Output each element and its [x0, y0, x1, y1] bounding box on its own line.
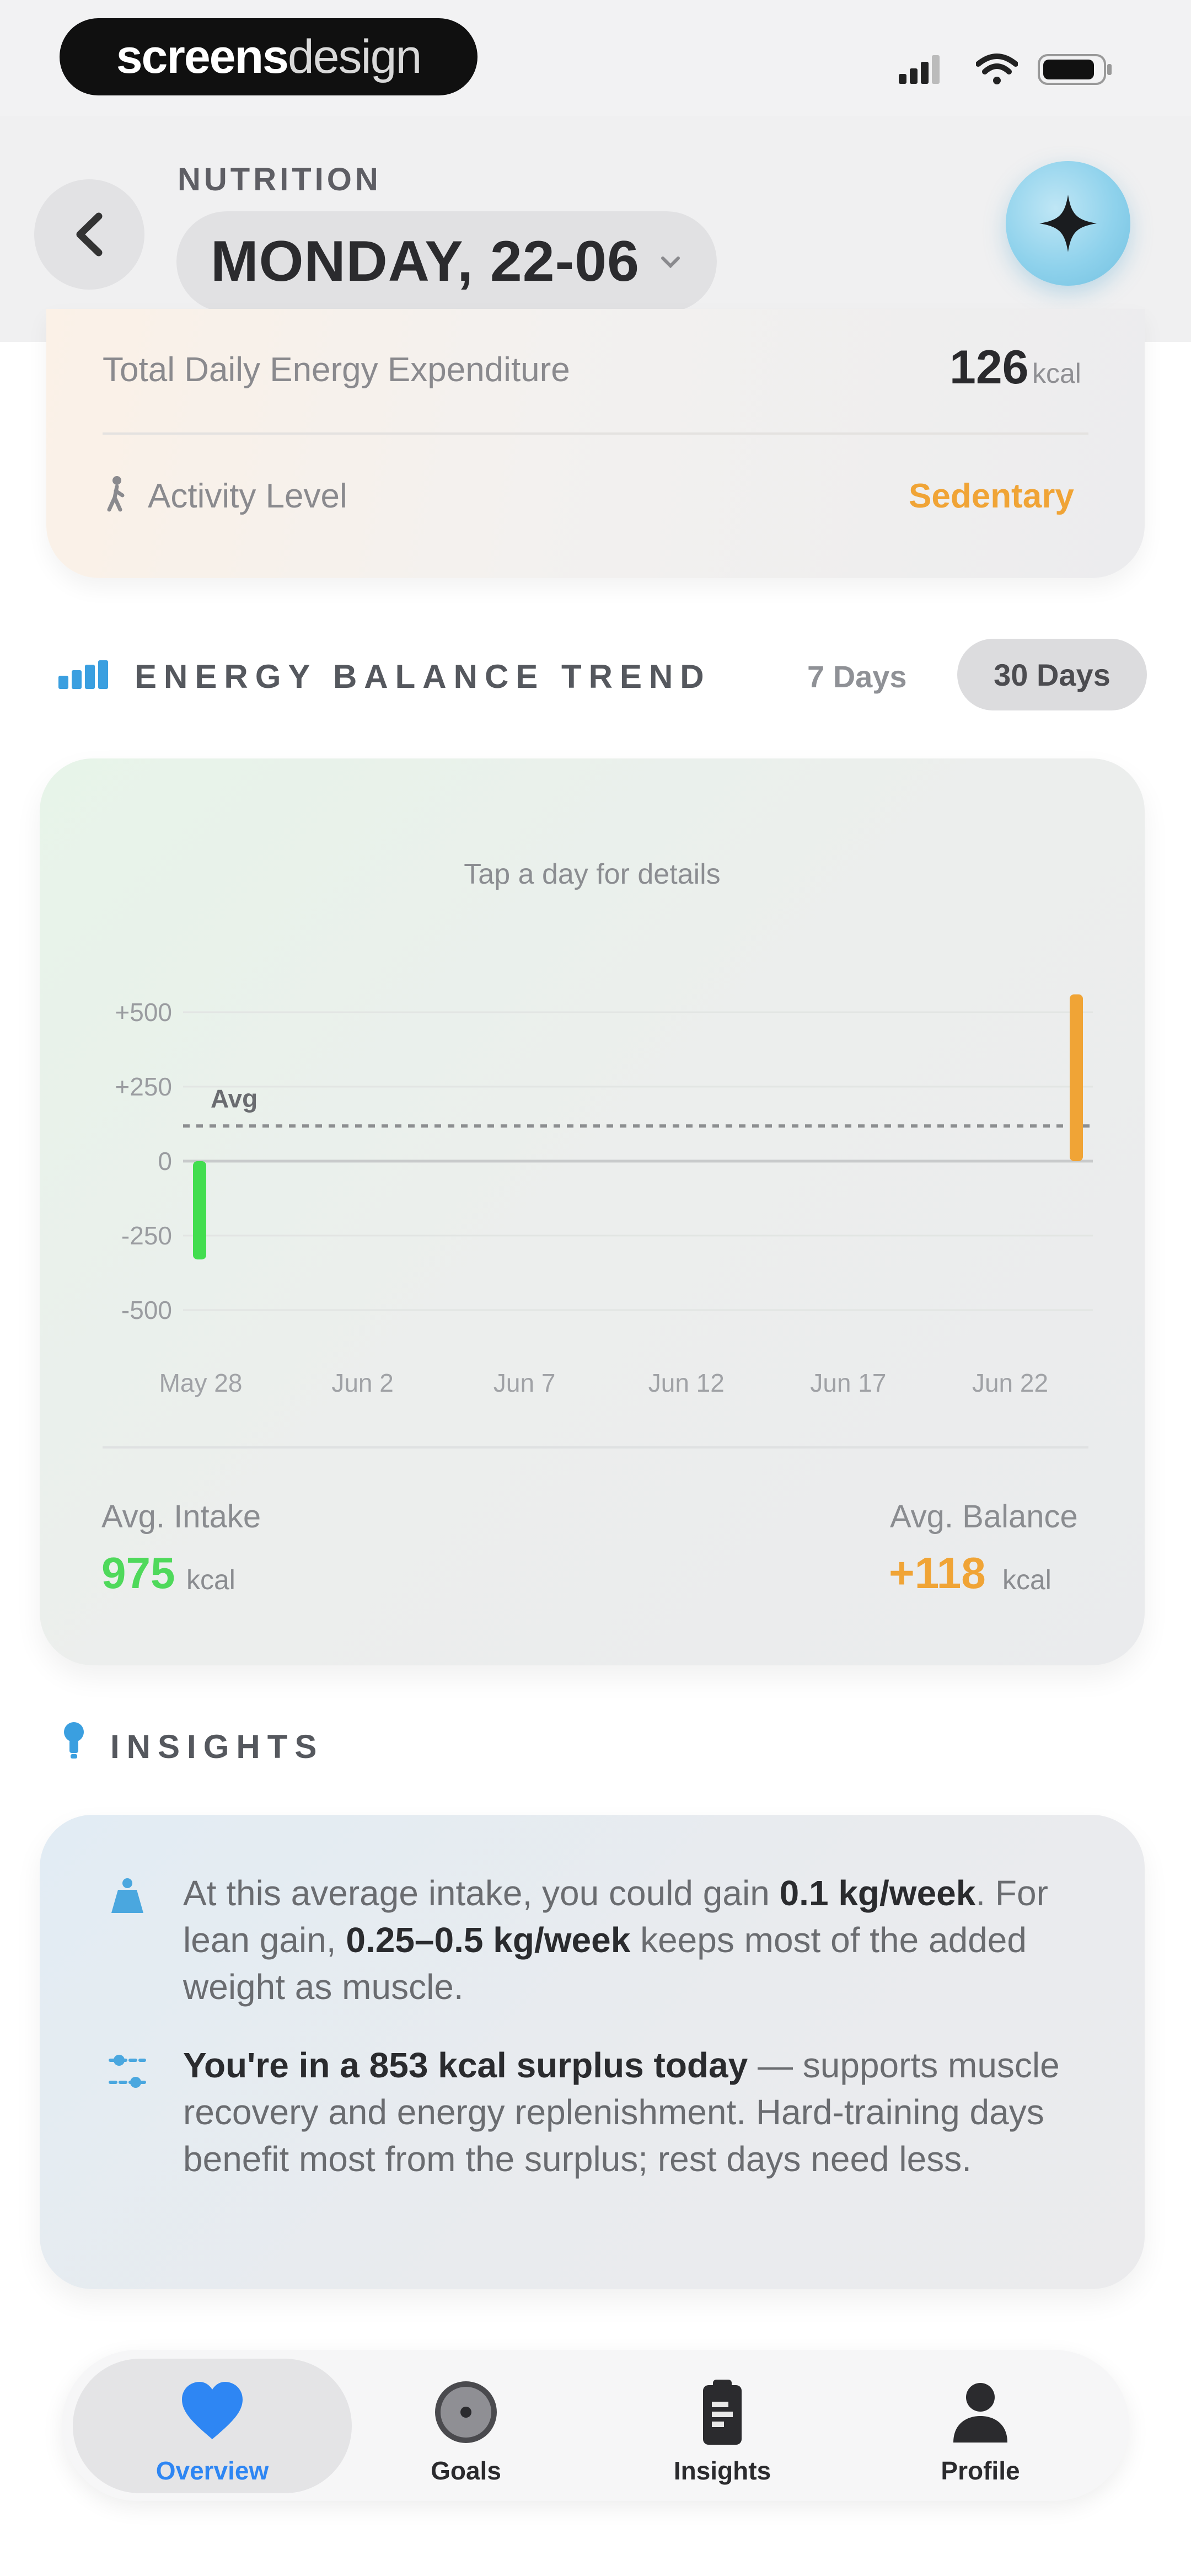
tdee-unit: kcal [1032, 358, 1081, 389]
activity-level-value[interactable]: Sedentary [909, 477, 1074, 516]
chart-bar [1070, 994, 1083, 1161]
chart-y-tick-label: +500 [115, 998, 172, 1027]
avg-intake-unit: kcal [186, 1564, 235, 1595]
insight-text-segment: At this average intake, you could gain [183, 1873, 780, 1913]
date-selector[interactable]: MONDAY, 22-06 [176, 211, 717, 312]
tab-profile-label: Profile [941, 2456, 1020, 2485]
tab-overview-label: Overview [155, 2456, 269, 2485]
tab-goals[interactable]: Goals [383, 2377, 549, 2486]
tdee-value: 126 [949, 341, 1029, 394]
add-entry-button[interactable] [1006, 161, 1130, 286]
chart-x-tick-label: Jun 22 [972, 1369, 1048, 1397]
cellular-signal-icon [899, 55, 940, 84]
watermark-logo: screens design [60, 18, 478, 95]
insight-surplus: You're in a 853 kcal surplus today — sup… [183, 2042, 1087, 2183]
chart-y-tick-label: 0 [158, 1147, 172, 1175]
chart-x-tick-label: May 28 [159, 1369, 243, 1397]
chart-bar [193, 1161, 206, 1260]
chart-average-label: Avg [211, 1084, 257, 1113]
watermark-bold-text: screens [116, 30, 289, 83]
divider [103, 1446, 1088, 1449]
tab-profile[interactable]: Profile [898, 2377, 1063, 2486]
divider [103, 432, 1088, 435]
sparkle-icon [1039, 195, 1097, 252]
battery-icon [1038, 54, 1112, 85]
trend-section-title: ENERGY BALANCE TREND [135, 658, 711, 695]
avg-balance-value: +118 [889, 1548, 986, 1597]
sliders-icon [109, 2055, 146, 2088]
chart-y-tick-label: -500 [121, 1296, 172, 1324]
tab-goals-label: Goals [431, 2456, 501, 2485]
clipboard-icon [703, 2380, 742, 2445]
chart-x-tick-label: Jun 17 [810, 1369, 886, 1397]
insights-section-title: INSIGHTS [110, 1728, 324, 1765]
avg-balance-label: Avg. Balance [890, 1499, 1078, 1535]
section-label: NUTRITION [178, 162, 382, 197]
chevron-down-icon [661, 256, 680, 268]
heart-icon [182, 2382, 243, 2439]
range-tab-7-days[interactable]: 7 Days [807, 659, 907, 694]
chart-y-tick-label: -250 [121, 1221, 172, 1250]
date-text: MONDAY, 22-06 [211, 229, 640, 293]
lightbulb-icon [64, 1722, 84, 1759]
tab-overview[interactable]: Overview [130, 2377, 295, 2486]
avg-intake-value: 975 [101, 1548, 175, 1597]
insight-text-segment: 0.25–0.5 kg/week [346, 1920, 631, 1960]
chart-x-tick-label: Jun 2 [331, 1369, 394, 1397]
range-tab-30-days[interactable]: 30 Days [957, 639, 1147, 710]
activity-level-label: Activity Level [148, 477, 347, 515]
insight-text-segment: 0.1 kg/week [779, 1873, 976, 1913]
chart-x-tick-label: Jun 7 [493, 1369, 556, 1397]
chart-y-tick-label: +250 [115, 1072, 172, 1101]
avg-intake-label: Avg. Intake [101, 1499, 261, 1535]
insight-text-segment: You're in a 853 kcal surplus today [183, 2045, 748, 2085]
scale-icon [111, 1878, 143, 1913]
bar-chart-icon [58, 660, 108, 689]
tab-insights-label: Insights [673, 2456, 771, 2485]
energy-balance-chart[interactable]: +500 +250 0 -250 -500 Avg May 28 Jun 2 Jun 7 Jun … [40, 758, 1145, 1442]
person-icon [953, 2383, 1007, 2443]
chart-x-tick-label: Jun 12 [648, 1369, 725, 1397]
chevron-left-icon [76, 212, 103, 256]
watermark-light-text: design [287, 30, 422, 83]
tdee-label: Total Daily Energy Expenditure [103, 351, 570, 389]
tab-insights[interactable]: Insights [640, 2377, 805, 2486]
wifi-icon [976, 54, 1018, 84]
target-icon [435, 2381, 497, 2443]
avg-balance-unit: kcal [1002, 1564, 1051, 1595]
insight-weight-gain: At this average intake, you could gain 0… [183, 1870, 1087, 2011]
walking-person-icon [107, 476, 125, 512]
back-button[interactable] [34, 179, 144, 290]
